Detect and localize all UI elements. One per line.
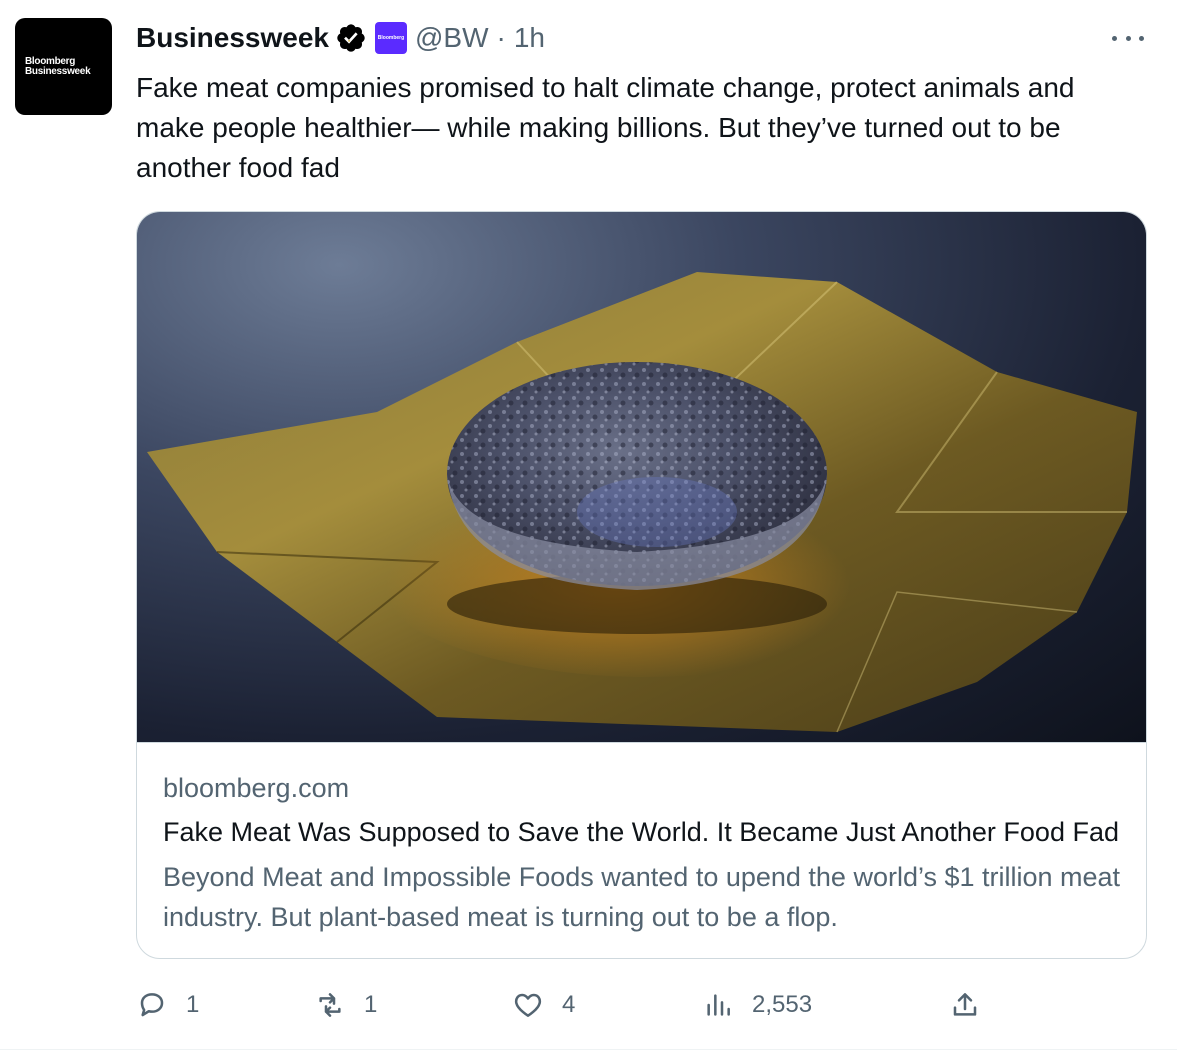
reply-count: 1 bbox=[186, 991, 200, 1018]
handle[interactable]: @BW bbox=[415, 22, 489, 54]
retweet-count: 1 bbox=[364, 991, 378, 1018]
verified-badge-icon bbox=[337, 24, 365, 52]
separator-dot: · bbox=[496, 22, 506, 53]
bar-chart-icon bbox=[707, 994, 730, 1016]
reply-button[interactable]: 1 bbox=[136, 985, 199, 1025]
tweet-content: Businessweek Bloomberg @BW · 1h Fake mea… bbox=[136, 18, 1148, 188]
like-count: 4 bbox=[562, 991, 576, 1018]
views-button[interactable]: 2,553 bbox=[702, 985, 812, 1025]
tweet-text: Fake meat companies promised to halt cli… bbox=[136, 72, 1075, 183]
avatar[interactable]: Bloomberg Businessweek bbox=[15, 18, 112, 115]
heart-icon bbox=[514, 993, 542, 1017]
card-image[interactable] bbox=[137, 212, 1146, 742]
tweet[interactable]: Bloomberg Businessweek Businessweek Bloo… bbox=[0, 0, 1177, 1050]
share-upload-icon bbox=[953, 993, 977, 1016]
link-card[interactable]: bloomberg.com Fake Meat Was Supposed to … bbox=[136, 211, 1147, 959]
more-dots-icon[interactable] bbox=[1112, 26, 1144, 50]
action-bar: 1 1 4 2,553 bbox=[136, 985, 1148, 1025]
views-count: 2,553 bbox=[752, 991, 813, 1018]
share-button[interactable] bbox=[949, 985, 981, 1025]
fake-meat-patty-image bbox=[147, 272, 1137, 733]
avatar-line-2: Businessweek bbox=[25, 65, 91, 77]
display-name[interactable]: Businessweek bbox=[136, 22, 329, 54]
like-button[interactable]: 4 bbox=[512, 985, 575, 1025]
card-description: Beyond Meat and Impossible Foods wanted … bbox=[163, 862, 1121, 932]
tweet-header: Businessweek Bloomberg @BW · 1h bbox=[136, 18, 1148, 58]
card-text[interactable]: bloomberg.com Fake Meat Was Supposed to … bbox=[137, 742, 1146, 958]
timestamp[interactable]: 1h bbox=[514, 22, 545, 54]
reply-bubble-icon bbox=[140, 993, 164, 1017]
card-title: Fake Meat Was Supposed to Save the World… bbox=[163, 817, 1119, 847]
retweet-button[interactable]: 1 bbox=[314, 985, 377, 1025]
card-domain: bloomberg.com bbox=[163, 773, 350, 803]
avatar-line-1: Bloomberg bbox=[25, 55, 76, 67]
retweet-arrows-icon bbox=[319, 993, 341, 1017]
affiliate-badge[interactable]: Bloomberg bbox=[375, 22, 407, 54]
